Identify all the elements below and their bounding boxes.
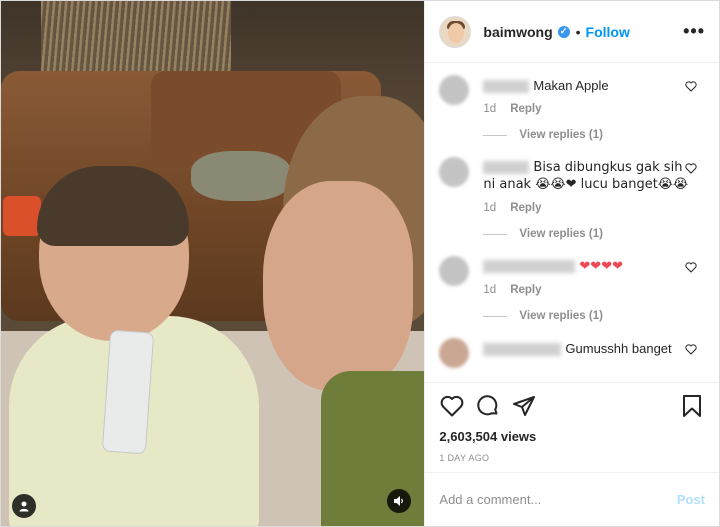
like-comment-icon[interactable] bbox=[685, 262, 697, 276]
comment-content: Gumusshh banget bbox=[565, 341, 672, 356]
sound-icon[interactable] bbox=[387, 489, 411, 513]
view-replies-button[interactable]: View replies (1) bbox=[483, 129, 719, 141]
view-replies-line bbox=[483, 315, 508, 317]
orange-bag bbox=[3, 196, 41, 236]
view-replies-line bbox=[483, 233, 508, 235]
commenter-name-blurred bbox=[483, 80, 530, 94]
follow-button[interactable]: Follow bbox=[586, 24, 630, 40]
like-heart-icon[interactable] bbox=[439, 393, 465, 419]
reply-button[interactable]: Reply bbox=[510, 103, 541, 115]
cloth bbox=[191, 151, 291, 201]
commenter-avatar[interactable] bbox=[439, 75, 470, 105]
comment-meta: 1d Reply bbox=[483, 103, 688, 115]
share-direct-icon[interactable] bbox=[511, 393, 537, 419]
add-comment-bar: Post bbox=[425, 472, 719, 526]
add-comment-input[interactable] bbox=[439, 492, 677, 507]
comment: Makan Apple 1d Reply bbox=[439, 71, 719, 115]
commenter-avatar[interactable] bbox=[439, 338, 470, 368]
comment-time: 1d bbox=[483, 284, 497, 296]
comment-body: Bisa dibungkus gak sih ni anak 😭😭❤ lucu … bbox=[483, 153, 688, 214]
post-date[interactable]: 1 DAY AGO bbox=[439, 453, 705, 463]
comment-text: Makan Apple bbox=[483, 71, 688, 94]
views-count[interactable]: 2,603,504 views bbox=[439, 429, 705, 444]
post-button[interactable]: Post bbox=[677, 492, 705, 507]
user-tag-icon[interactable] bbox=[12, 494, 36, 518]
like-comment-icon[interactable] bbox=[685, 81, 697, 95]
comment-meta: 1d Reply bbox=[483, 202, 688, 214]
comment-content: ❤❤❤❤ bbox=[579, 259, 623, 274]
more-options-icon[interactable]: ••• bbox=[683, 21, 705, 42]
view-replies-button[interactable]: View replies (1) bbox=[483, 228, 719, 240]
post-header: baimwong ✓ • Follow ••• bbox=[425, 1, 719, 63]
comment-item: Bisa dibungkus gak sih ni anak 😭😭❤ lucu … bbox=[439, 153, 719, 240]
view-replies-label: View replies (1) bbox=[519, 129, 603, 141]
save-bookmark-icon[interactable] bbox=[679, 393, 705, 419]
comment-item: Gumusshh banget bbox=[439, 334, 719, 368]
comment-text: ❤❤❤❤ bbox=[483, 252, 688, 275]
post-video[interactable] bbox=[1, 1, 425, 526]
comment-item: ❤❤❤❤ 1d Reply View replies (1) bbox=[439, 252, 719, 322]
comment-text: Gumusshh banget bbox=[483, 334, 688, 357]
post-actions: 2,603,504 views 1 DAY AGO bbox=[425, 382, 719, 472]
instagram-post-modal: baimwong ✓ • Follow ••• Makan Apple 1d R… bbox=[0, 0, 720, 527]
comment-body: Gumusshh banget bbox=[483, 334, 688, 368]
comment: Gumusshh banget bbox=[439, 334, 719, 368]
avatar-face bbox=[448, 22, 465, 43]
comment-time: 1d bbox=[483, 103, 497, 115]
commenter-name-blurred bbox=[483, 343, 562, 357]
comment-body: ❤❤❤❤ 1d Reply bbox=[483, 252, 688, 296]
commenter-name-blurred bbox=[483, 161, 530, 174]
woman-face bbox=[263, 181, 413, 391]
username[interactable]: baimwong bbox=[483, 24, 552, 40]
reply-button[interactable]: Reply bbox=[510, 284, 541, 296]
comment-time: 1d bbox=[483, 202, 497, 214]
view-replies-label: View replies (1) bbox=[519, 310, 603, 322]
action-icons bbox=[439, 391, 705, 421]
comment-content: Makan Apple bbox=[533, 78, 609, 93]
separator-dot: • bbox=[575, 23, 581, 40]
reply-button[interactable]: Reply bbox=[510, 202, 541, 214]
comment-bubble-icon[interactable] bbox=[475, 393, 501, 419]
view-replies-label: View replies (1) bbox=[519, 228, 603, 240]
verified-badge-icon: ✓ bbox=[557, 25, 570, 38]
post-sidebar: baimwong ✓ • Follow ••• Makan Apple 1d R… bbox=[424, 1, 719, 526]
like-comment-icon[interactable] bbox=[685, 344, 697, 358]
comment-text: Bisa dibungkus gak sih ni anak 😭😭❤ lucu … bbox=[483, 153, 688, 193]
phone bbox=[101, 329, 155, 455]
view-replies-button[interactable]: View replies (1) bbox=[483, 310, 719, 322]
commenter-avatar[interactable] bbox=[439, 157, 470, 187]
comment-meta: 1d Reply bbox=[483, 284, 688, 296]
comment: Bisa dibungkus gak sih ni anak 😭😭❤ lucu … bbox=[439, 153, 719, 214]
comments-list[interactable]: Makan Apple 1d Reply View replies (1) Bi… bbox=[425, 63, 719, 382]
comment-body: Makan Apple 1d Reply bbox=[483, 71, 688, 115]
comment-item: Makan Apple 1d Reply View replies (1) bbox=[439, 71, 719, 141]
view-replies-line bbox=[483, 134, 508, 136]
avatar[interactable] bbox=[439, 15, 472, 48]
like-comment-icon[interactable] bbox=[685, 163, 697, 177]
commenter-avatar[interactable] bbox=[439, 256, 470, 286]
commenter-name-blurred bbox=[483, 260, 576, 273]
comment: ❤❤❤❤ 1d Reply bbox=[439, 252, 719, 296]
